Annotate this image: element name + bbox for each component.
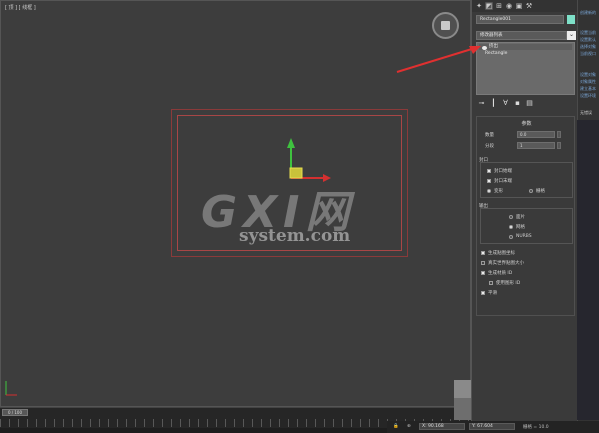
side-text-1: 设置当前 <box>580 30 596 35</box>
nurbs-label: NURBS <box>516 234 532 239</box>
lock-selection-icon[interactable]: 🔒 <box>393 424 399 429</box>
amount-spinner[interactable] <box>557 131 561 138</box>
show-end-result-icon[interactable]: ┃ <box>490 100 497 107</box>
side-text-3: 选择对象 <box>580 44 596 49</box>
motion-icon[interactable]: ◉ <box>505 2 513 10</box>
morph-label: 变形 <box>494 189 503 194</box>
side-text-7: 建立基本 <box>580 86 596 91</box>
side-text-5: 设置对象 <box>580 72 596 77</box>
side-text-0: 创建新的 <box>580 10 596 15</box>
side-text-8: 设置环境 <box>580 93 596 98</box>
command-panel: ✦ ◩ ⊞ ◉ ▣ ⚒ Rectangle001 修改器列表 ⌄ 挤出 Rect… <box>471 0 578 421</box>
amount-input[interactable]: 0.0 <box>517 131 555 138</box>
cap-end-label: 封口末端 <box>494 179 512 184</box>
side-text-lower: 无错误 <box>580 110 592 115</box>
utilities-icon[interactable]: ⚒ <box>525 2 533 10</box>
stack-item-rectangle[interactable]: Rectangle <box>485 51 507 57</box>
grid-label: 栅格 <box>536 189 545 194</box>
pin-stack-icon[interactable]: ⊸ <box>478 100 485 107</box>
gen-mapping-checkbox[interactable] <box>481 251 485 255</box>
smooth-label: 平滑 <box>488 291 497 296</box>
cap-start-label: 封口始端 <box>494 169 512 174</box>
side-text-4: 当前视口 <box>580 51 596 56</box>
viewcube-face[interactable] <box>441 21 450 30</box>
mesh-label: 网格 <box>516 225 525 230</box>
stack-item-label: 挤出 <box>489 44 498 49</box>
segments-spinner[interactable] <box>557 142 561 149</box>
use-shape-id-checkbox[interactable] <box>489 281 493 285</box>
x-coordinate[interactable]: X: 90.168 <box>419 423 465 430</box>
viewport-top[interactable]: [ 顶 ] [ 线框 ] GXI网 system.com <box>0 0 471 407</box>
gen-material-id-checkbox[interactable] <box>481 271 485 275</box>
gen-material-id-label: 生成材质 ID <box>488 271 513 276</box>
side-text-6: 对象属性 <box>580 79 596 84</box>
command-panel-tabs: ✦ ◩ ⊞ ◉ ▣ ⚒ <box>472 0 578 12</box>
viewcube-icon[interactable] <box>432 12 459 39</box>
gizmo-plane-handle <box>289 167 303 179</box>
modifier-list-dropdown[interactable]: 修改器列表 <box>476 31 567 40</box>
configure-sets-icon[interactable]: ▤ <box>526 100 533 107</box>
morph-radio[interactable] <box>487 189 491 193</box>
remove-modifier-icon[interactable]: ▪ <box>514 100 521 107</box>
side-strip-dark-area <box>577 120 599 420</box>
capping-group: 封口始端 封口末端 变形 栅格 <box>480 162 573 198</box>
segments-input[interactable]: 1 <box>517 142 555 149</box>
parameters-title[interactable]: 参数 <box>477 120 576 127</box>
make-unique-icon[interactable]: ∀ <box>502 100 509 107</box>
mesh-radio[interactable] <box>509 225 513 229</box>
patch-radio[interactable] <box>509 215 513 219</box>
absolute-mode-icon[interactable]: ⊕ <box>407 424 411 429</box>
hierarchy-icon[interactable]: ⊞ <box>495 2 503 10</box>
visibility-icon[interactable] <box>482 46 487 50</box>
smooth-checkbox[interactable] <box>481 291 485 295</box>
grid-radio[interactable] <box>529 189 533 193</box>
stack-item-extrude[interactable]: 挤出 <box>479 44 572 50</box>
grid-readout: 栅格 = 10.0 <box>523 425 549 430</box>
chevron-down-icon[interactable]: ⌄ <box>567 31 576 40</box>
nurbs-radio[interactable] <box>509 235 513 239</box>
patch-label: 面片 <box>516 215 525 220</box>
modify-icon[interactable]: ◩ <box>485 2 493 10</box>
object-name-field[interactable]: Rectangle001 <box>476 15 564 24</box>
status-bar: 🔒 ⊕ X: 90.168 Y: 67.604 栅格 = 10.0 <box>387 421 599 433</box>
real-world-label: 真实世界贴图大小 <box>488 261 524 266</box>
amount-label: 数量 <box>485 133 494 138</box>
stack-toolbar: ⊸ ┃ ∀ ▪ ▤ <box>478 99 574 108</box>
use-shape-id-label: 使用图形 ID <box>496 281 521 286</box>
real-world-checkbox[interactable] <box>481 261 485 265</box>
gizmo-x-arrow <box>323 174 331 182</box>
cap-end-checkbox[interactable] <box>487 179 491 183</box>
gen-mapping-label: 生成贴图坐标 <box>488 251 515 256</box>
side-text-2: 设置默认 <box>580 37 596 42</box>
parameters-rollout: 参数 数量 0.0 分段 1 封口 封口始端 封口末端 变形 栅格 输出 面片 … <box>476 116 575 316</box>
object-color-swatch[interactable] <box>567 15 575 24</box>
cap-start-checkbox[interactable] <box>487 169 491 173</box>
modifier-stack[interactable]: 挤出 Rectangle <box>476 42 575 95</box>
y-coordinate[interactable]: Y: 67.604 <box>469 423 515 430</box>
create-icon[interactable]: ✦ <box>475 2 483 10</box>
time-slider-handle[interactable]: 0 / 100 <box>2 409 28 416</box>
output-group: 面片 网格 NURBS <box>480 208 573 244</box>
segments-label: 分段 <box>485 144 494 149</box>
transform-gizmo[interactable] <box>281 136 331 191</box>
display-icon[interactable]: ▣ <box>515 2 523 10</box>
world-axis-icon <box>5 381 17 396</box>
gizmo-y-arrow <box>287 138 295 148</box>
viewport-label[interactable]: [ 顶 ] [ 线框 ] <box>5 4 36 11</box>
